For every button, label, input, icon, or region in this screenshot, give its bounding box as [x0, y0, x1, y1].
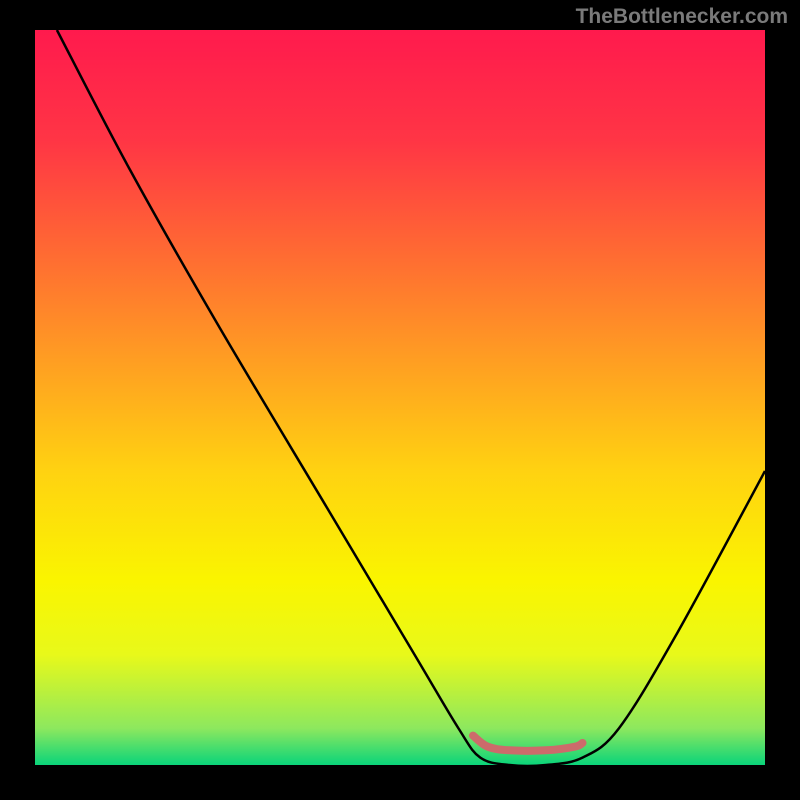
gradient-background [35, 30, 765, 765]
watermark-text: TheBottlenecker.com [576, 5, 788, 29]
chart-container: TheBottlenecker.com [0, 0, 800, 800]
bottleneck-chart [35, 30, 765, 765]
